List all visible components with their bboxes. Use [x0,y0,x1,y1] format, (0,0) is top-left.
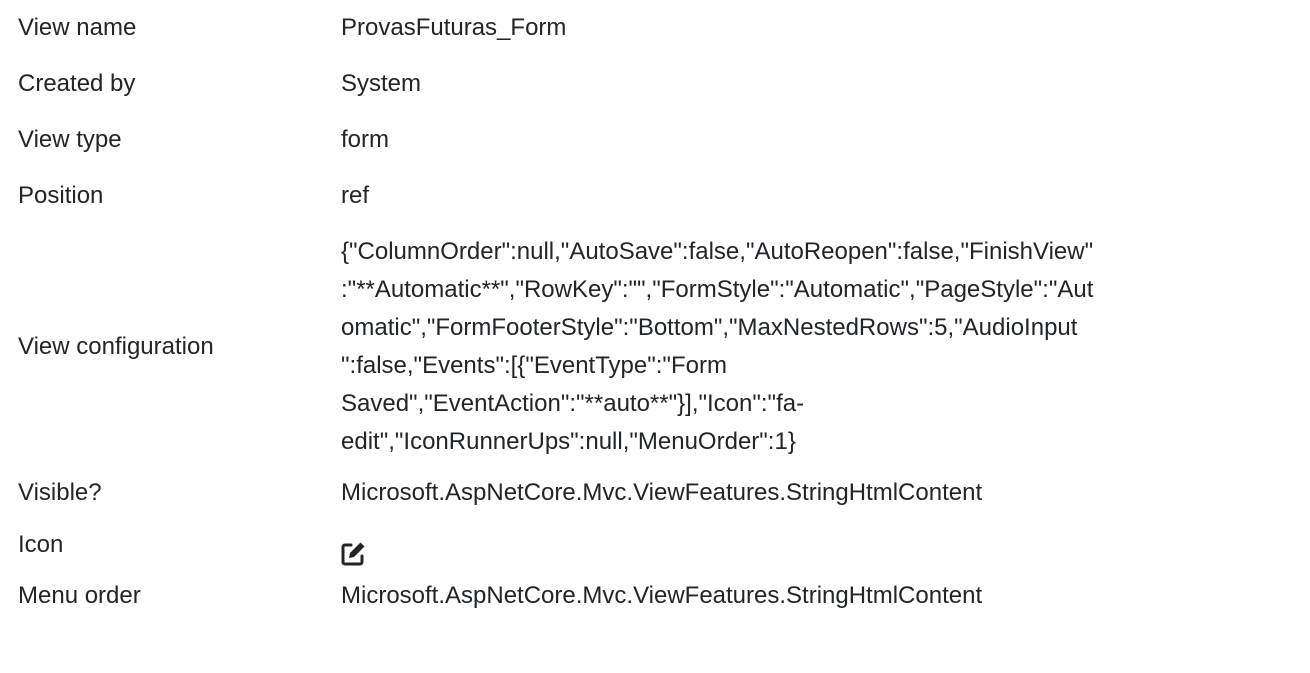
property-value: ProvasFuturas_Form [341,14,567,41]
property-row-menu-order: Menu order Microsoft.AspNetCore.Mvc.View… [18,571,1298,621]
property-label: Menu order [18,582,141,609]
view-properties-table: View name ProvasFuturas_Form Created by … [18,0,1298,621]
config-line: {"ColumnOrder":null,"AutoSave":false,"Au… [341,238,1094,265]
property-row-view-configuration: View configuration {"ColumnOrder":null,"… [18,224,1298,467]
property-label: View name [18,14,137,41]
property-label: Position [18,182,104,209]
config-line: Saved","EventAction":"**auto**"}],"Icon"… [341,390,805,417]
property-row-position: Position ref [18,168,1298,224]
config-line: :"**Automatic**","RowKey":"","FormStyle"… [341,276,1094,303]
property-label: Visible? [18,479,102,506]
property-row-created-by: Created by System [18,56,1298,112]
property-label: Icon [18,531,64,558]
property-value: form [341,126,389,153]
property-value [341,518,1298,572]
property-label: View configuration [18,333,214,360]
property-value: ref [341,182,370,209]
view-configuration-json: {"ColumnOrder":null,"AutoSave":false,"Au… [341,233,1298,461]
property-row-view-name: View name ProvasFuturas_Form [18,0,1298,56]
edit-icon [341,532,367,566]
property-value: Microsoft.AspNetCore.Mvc.ViewFeatures.St… [341,479,983,506]
config-line: omatic","FormFooterStyle":"Bottom","MaxN… [341,314,1078,341]
config-line: edit","IconRunnerUps":null,"MenuOrder":1… [341,428,796,455]
property-value: System [341,70,422,97]
property-value: Microsoft.AspNetCore.Mvc.ViewFeatures.St… [341,582,983,609]
property-label: Created by [18,70,136,97]
property-row-icon: Icon [18,519,1298,571]
property-row-view-type: View type form [18,112,1298,168]
property-label: View type [18,126,122,153]
config-line: ":false,"Events":[{"EventType":"Form [341,352,727,379]
property-row-visible: Visible? Microsoft.AspNetCore.Mvc.ViewFe… [18,467,1298,519]
